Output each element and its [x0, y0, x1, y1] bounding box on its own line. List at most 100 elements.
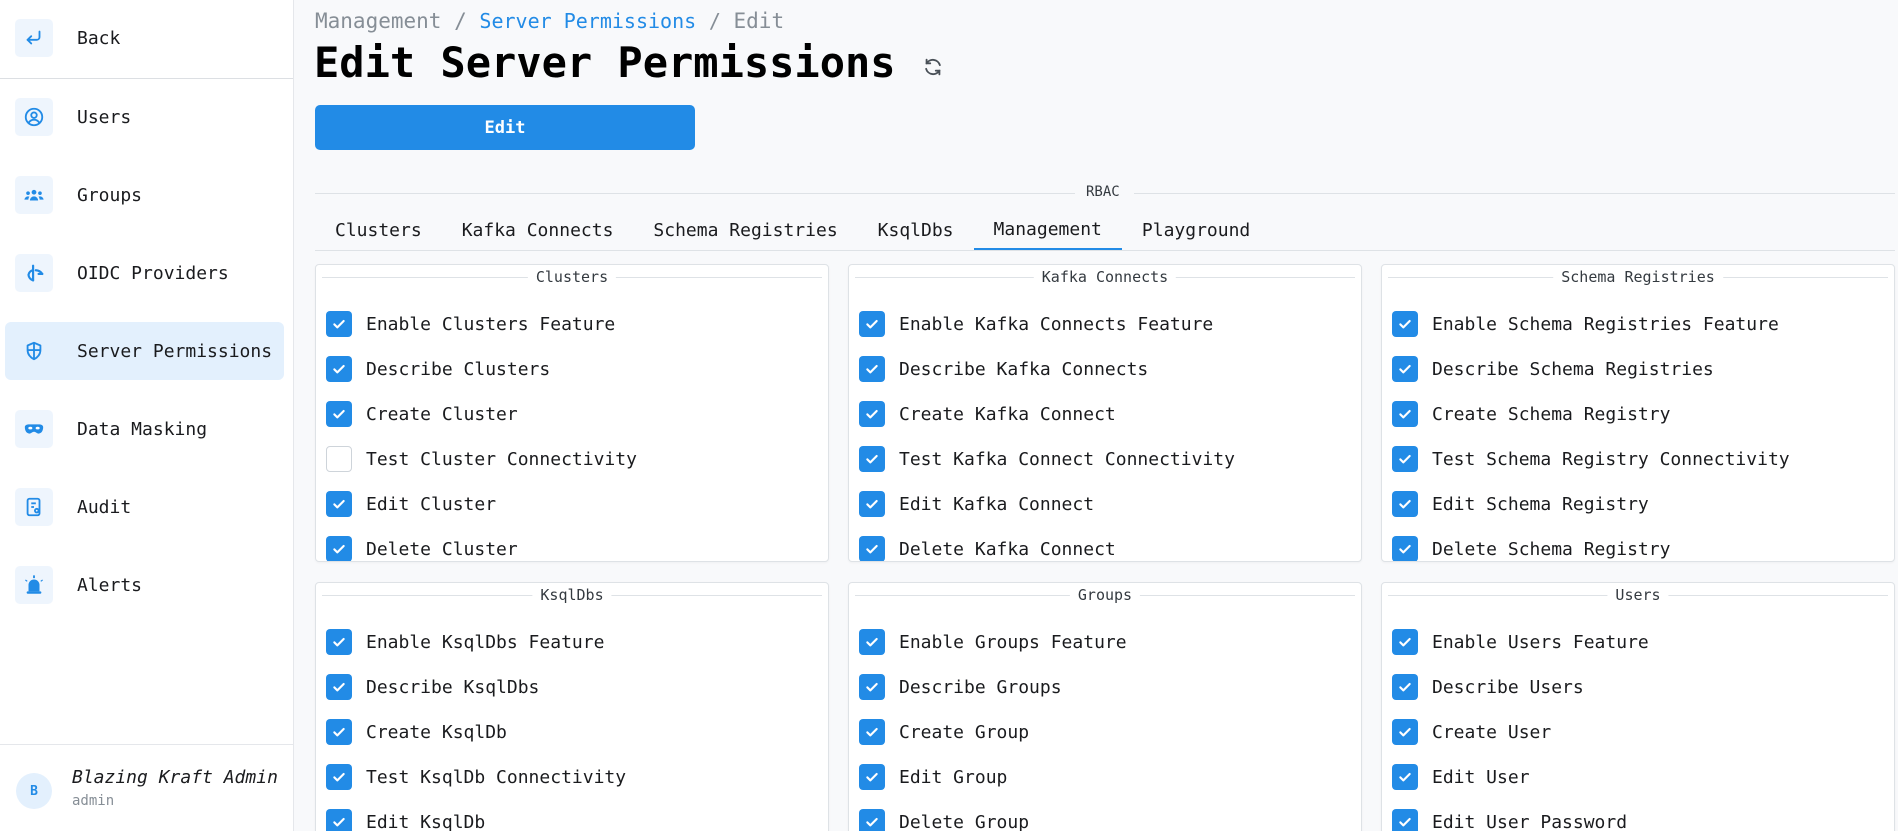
checkbox-checked[interactable]	[859, 356, 885, 382]
permission-item[interactable]: Delete Cluster	[326, 536, 518, 561]
permission-item[interactable]: Enable Groups Feature	[859, 629, 1127, 655]
panel-title: Schema Registries	[1553, 268, 1723, 286]
checkbox-checked[interactable]	[859, 491, 885, 517]
sidebar-item-groups[interactable]: Groups	[5, 166, 284, 224]
tab-playground[interactable]: Playground	[1122, 210, 1270, 250]
permission-item[interactable]: Test Cluster Connectivity	[326, 446, 637, 472]
tab-clusters[interactable]: Clusters	[315, 210, 442, 250]
tab-schema-registries[interactable]: Schema Registries	[633, 210, 857, 250]
checkbox-checked[interactable]	[859, 536, 885, 561]
permission-item[interactable]: Test KsqlDb Connectivity	[326, 764, 626, 790]
checkbox-checked[interactable]	[859, 401, 885, 427]
checkbox-checked[interactable]	[1392, 536, 1418, 561]
checkbox-checked[interactable]	[326, 809, 352, 831]
permission-item[interactable]: Create Group	[859, 719, 1029, 745]
checkbox-checked[interactable]	[1392, 719, 1418, 745]
checkbox-unchecked[interactable]	[326, 446, 352, 472]
sidebar-item-label: Server Permissions	[77, 340, 273, 362]
tab-kafka-connects[interactable]: Kafka Connects	[442, 210, 634, 250]
rbac-tabs: Clusters Kafka Connects Schema Registrie…	[315, 210, 1270, 250]
checkbox-checked[interactable]	[1392, 401, 1418, 427]
permission-item[interactable]: Create Cluster	[326, 401, 518, 427]
panel-clusters: Clusters Enable Clusters Feature Describe …	[315, 264, 829, 562]
permission-item[interactable]: Edit User	[1392, 764, 1530, 790]
checkbox-checked[interactable]	[859, 446, 885, 472]
checkbox-checked[interactable]	[326, 536, 352, 561]
permission-item[interactable]: Create Schema Registry	[1392, 401, 1670, 427]
checkbox-checked[interactable]	[1392, 491, 1418, 517]
sidebar-item-server-permissions[interactable]: Server Permissions	[5, 322, 284, 380]
checkbox-checked[interactable]	[326, 356, 352, 382]
permission-item[interactable]: Edit Cluster	[326, 491, 496, 517]
panel-users: Users Enable Users Feature Describe Users C…	[1381, 582, 1895, 831]
permission-item[interactable]: Create Kafka Connect	[859, 401, 1116, 427]
checkbox-checked[interactable]	[859, 764, 885, 790]
edit-button[interactable]: Edit	[315, 105, 695, 150]
refresh-icon[interactable]	[922, 56, 944, 78]
permission-item[interactable]: Edit User Password	[1392, 809, 1627, 831]
back-button[interactable]: Back	[5, 9, 284, 67]
permission-item[interactable]: Describe KsqlDbs	[326, 674, 539, 700]
checkbox-checked[interactable]	[326, 491, 352, 517]
permission-item[interactable]: Enable Users Feature	[1392, 629, 1649, 655]
permission-item[interactable]: Delete Kafka Connect	[859, 536, 1116, 561]
checkbox-checked[interactable]	[326, 719, 352, 745]
checkbox-checked[interactable]	[326, 764, 352, 790]
breadcrumb: Management / Server Permissions / Edit	[315, 9, 784, 33]
sidebar-item-oidc-providers[interactable]: OIDC Providers	[5, 244, 284, 302]
checkbox-checked[interactable]	[1392, 356, 1418, 382]
permission-item[interactable]: Describe Users	[1392, 674, 1584, 700]
permission-item[interactable]: Enable Kafka Connects Feature	[859, 311, 1213, 337]
permission-item[interactable]: Edit Schema Registry	[1392, 491, 1649, 517]
panel-title: Clusters	[527, 268, 617, 286]
permission-item[interactable]: Create KsqlDb	[326, 719, 507, 745]
permission-item[interactable]: Test Schema Registry Connectivity	[1392, 446, 1790, 472]
checkbox-checked[interactable]	[326, 311, 352, 337]
permission-item[interactable]: Enable Schema Registries Feature	[1392, 311, 1779, 337]
permission-item[interactable]: Describe Schema Registries	[1392, 356, 1714, 382]
breadcrumb-server-permissions-link[interactable]: Server Permissions	[479, 9, 696, 33]
permission-item[interactable]: Enable KsqlDbs Feature	[326, 629, 604, 655]
permission-item[interactable]: Delete Group	[859, 809, 1029, 831]
checkbox-checked[interactable]	[859, 674, 885, 700]
checkbox-checked[interactable]	[1392, 674, 1418, 700]
sidebar-item-data-masking[interactable]: Data Masking	[5, 400, 284, 458]
mask-icon	[15, 410, 53, 448]
permission-item[interactable]: Edit Group	[859, 764, 1007, 790]
sidebar-item-audit[interactable]: Audit	[5, 478, 284, 536]
checkbox-checked[interactable]	[859, 809, 885, 831]
sidebar-item-users[interactable]: Users	[5, 88, 284, 146]
checkbox-checked[interactable]	[326, 629, 352, 655]
breadcrumb-current: Edit	[733, 9, 785, 33]
panel-header: Clusters	[316, 265, 828, 289]
permission-item[interactable]: Edit Kafka Connect	[859, 491, 1094, 517]
permission-item[interactable]: Edit KsqlDb	[326, 809, 485, 831]
permission-item[interactable]: Delete Schema Registry	[1392, 536, 1670, 561]
checkbox-checked[interactable]	[326, 401, 352, 427]
permission-label: Edit User Password	[1432, 811, 1628, 831]
checkbox-checked[interactable]	[1392, 446, 1418, 472]
checkbox-checked[interactable]	[326, 674, 352, 700]
tab-management[interactable]: Management	[973, 210, 1122, 250]
checkbox-checked[interactable]	[1392, 764, 1418, 790]
page-title: Edit Server Permissions	[314, 38, 896, 87]
permission-item[interactable]: Test Kafka Connect Connectivity	[859, 446, 1235, 472]
user-profile[interactable]: B Blazing Kraft Admin admin	[0, 744, 293, 831]
permission-item[interactable]: Create User	[1392, 719, 1551, 745]
permission-label: Enable Groups Feature	[899, 631, 1127, 653]
permission-item[interactable]: Describe Clusters	[326, 356, 550, 382]
permission-label: Describe Kafka Connects	[899, 358, 1149, 380]
permission-label: Test Cluster Connectivity	[366, 448, 637, 470]
permission-item[interactable]: Enable Clusters Feature	[326, 311, 615, 337]
checkbox-checked[interactable]	[1392, 311, 1418, 337]
checkbox-checked[interactable]	[1392, 809, 1418, 831]
checkbox-checked[interactable]	[859, 629, 885, 655]
breadcrumb-root[interactable]: Management	[315, 9, 441, 33]
permission-item[interactable]: Describe Groups	[859, 674, 1062, 700]
tab-ksqldbs[interactable]: KsqlDbs	[858, 210, 974, 250]
checkbox-checked[interactable]	[859, 719, 885, 745]
permission-item[interactable]: Describe Kafka Connects	[859, 356, 1148, 382]
sidebar-item-alerts[interactable]: Alerts	[5, 556, 284, 614]
checkbox-checked[interactable]	[859, 311, 885, 337]
checkbox-checked[interactable]	[1392, 629, 1418, 655]
